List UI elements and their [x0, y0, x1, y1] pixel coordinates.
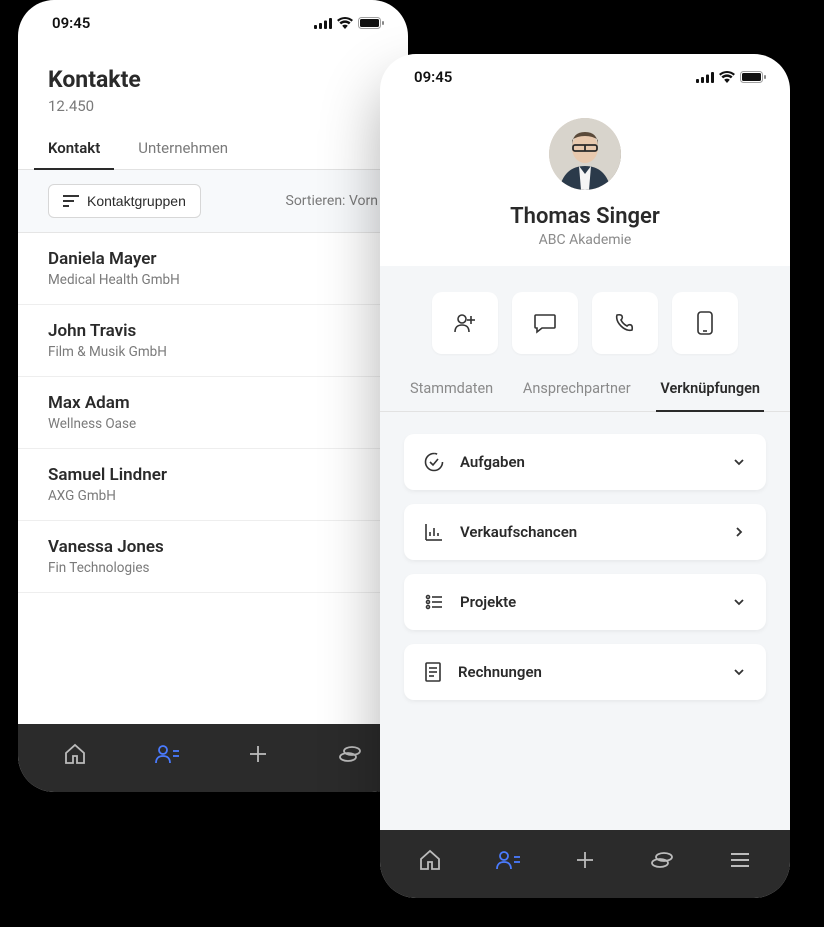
mobile-icon	[697, 311, 713, 335]
nav-contacts[interactable]	[495, 848, 521, 876]
avatar-image	[549, 118, 621, 190]
profile-company: ABC Akademie	[380, 232, 790, 248]
profile-header: Thomas Singer ABC Akademie	[380, 92, 790, 266]
chevron-down-icon	[732, 665, 746, 679]
nav-menu[interactable]	[728, 848, 752, 876]
nav-contacts[interactable]	[154, 742, 180, 770]
filter-icon	[63, 195, 79, 207]
contact-name: Samuel Lindner	[48, 465, 378, 485]
coins-icon	[337, 742, 363, 766]
filter-label: Kontaktgruppen	[87, 193, 186, 209]
card-label: Projekte	[460, 593, 716, 611]
add-person-icon	[453, 312, 477, 334]
status-icons	[696, 71, 766, 83]
contact-company: Film & Musik GmbH	[48, 344, 378, 360]
bottom-nav	[380, 830, 790, 898]
card-label: Rechnungen	[458, 663, 716, 681]
card-invoices[interactable]: Rechnungen	[404, 644, 766, 700]
card-opportunities[interactable]: Verkaufschancen	[404, 504, 766, 560]
home-icon	[63, 742, 87, 766]
card-projects[interactable]: Projekte	[404, 574, 766, 630]
tab-main-data[interactable]: Stammdaten	[410, 380, 493, 411]
status-icons	[314, 17, 384, 29]
chevron-right-icon	[732, 525, 746, 539]
contact-item[interactable]: Vanessa Jones Fin Technologies	[18, 521, 408, 593]
contact-detail-screen: 09:45 Thomas Singer ABC Ak	[380, 54, 790, 898]
nav-funnel[interactable]	[337, 742, 363, 770]
nav-add[interactable]	[573, 848, 597, 876]
contact-item[interactable]: John Travis Film & Musik GmbH	[18, 305, 408, 377]
battery-icon	[358, 17, 384, 29]
tab-contact-persons[interactable]: Ansprechpartner	[523, 380, 631, 411]
plus-icon	[246, 742, 270, 766]
battery-icon	[740, 71, 766, 83]
contact-type-tabs: Kontakt Unternehmen	[18, 129, 408, 170]
detail-section: Stammdaten Ansprechpartner Verknüpfungen…	[380, 266, 790, 830]
contact-name: John Travis	[48, 321, 378, 341]
link-cards: Aufgaben Verkaufschancen Projekte Rechnu…	[380, 412, 790, 722]
signal-icon	[696, 72, 714, 83]
contact-item[interactable]: Samuel Lindner AXG GmbH	[18, 449, 408, 521]
call-button[interactable]	[592, 292, 658, 354]
filter-bar: Kontaktgruppen Sortieren: Vorn	[18, 170, 408, 233]
message-button[interactable]	[512, 292, 578, 354]
contact-item[interactable]: Max Adam Wellness Oase	[18, 377, 408, 449]
action-row	[380, 266, 790, 354]
detail-tabs: Stammdaten Ansprechpartner Verknüpfungen	[380, 354, 790, 412]
signal-icon	[314, 18, 332, 29]
status-time: 09:45	[52, 14, 90, 32]
projects-icon	[424, 592, 444, 612]
tasks-icon	[424, 452, 444, 472]
status-bar: 09:45	[18, 0, 408, 38]
chat-icon	[533, 312, 557, 334]
card-label: Aufgaben	[460, 453, 716, 471]
nav-home[interactable]	[418, 848, 442, 876]
chart-icon	[424, 522, 444, 542]
phone-icon	[613, 312, 637, 334]
add-person-button[interactable]	[432, 292, 498, 354]
contact-name: Max Adam	[48, 393, 378, 413]
contact-name: Daniela Mayer	[48, 249, 378, 269]
contact-company: Fin Technologies	[48, 560, 378, 576]
contact-groups-button[interactable]: Kontaktgruppen	[48, 184, 201, 218]
nav-add[interactable]	[246, 742, 270, 770]
coins-icon	[649, 848, 675, 872]
contacts-header: Kontakte 12.450	[18, 38, 408, 129]
contacts-screen: 09:45 Kontakte 12.450 Kontakt Unternehme…	[18, 0, 408, 792]
status-bar: 09:45	[380, 54, 790, 92]
wifi-icon	[719, 71, 735, 83]
nav-funnel[interactable]	[649, 848, 675, 876]
contact-count: 12.450	[48, 97, 378, 115]
contact-company: Wellness Oase	[48, 416, 378, 432]
contact-company: AXG GmbH	[48, 488, 378, 504]
contacts-icon	[495, 848, 521, 872]
chevron-down-icon	[732, 455, 746, 469]
card-tasks[interactable]: Aufgaben	[404, 434, 766, 490]
plus-icon	[573, 848, 597, 872]
card-label: Verkaufschancen	[460, 523, 716, 541]
tab-contact[interactable]: Kontakt	[48, 139, 100, 169]
mobile-button[interactable]	[672, 292, 738, 354]
sort-label[interactable]: Sortieren: Vorn	[286, 193, 379, 209]
profile-name: Thomas Singer	[380, 204, 790, 229]
contact-company: Medical Health GmbH	[48, 272, 378, 288]
avatar[interactable]	[549, 118, 621, 190]
contacts-icon	[154, 742, 180, 766]
wifi-icon	[337, 17, 353, 29]
page-title: Kontakte	[48, 66, 378, 93]
bottom-nav	[18, 724, 408, 792]
menu-icon	[728, 848, 752, 872]
chevron-down-icon	[732, 595, 746, 609]
contact-name: Vanessa Jones	[48, 537, 378, 557]
nav-home[interactable]	[63, 742, 87, 770]
contacts-list[interactable]: Daniela Mayer Medical Health GmbH John T…	[18, 233, 408, 724]
invoice-icon	[424, 662, 442, 682]
tab-links[interactable]: Verknüpfungen	[660, 380, 760, 411]
home-icon	[418, 848, 442, 872]
tab-company[interactable]: Unternehmen	[138, 139, 228, 169]
status-time: 09:45	[414, 68, 452, 86]
contact-item[interactable]: Daniela Mayer Medical Health GmbH	[18, 233, 408, 305]
